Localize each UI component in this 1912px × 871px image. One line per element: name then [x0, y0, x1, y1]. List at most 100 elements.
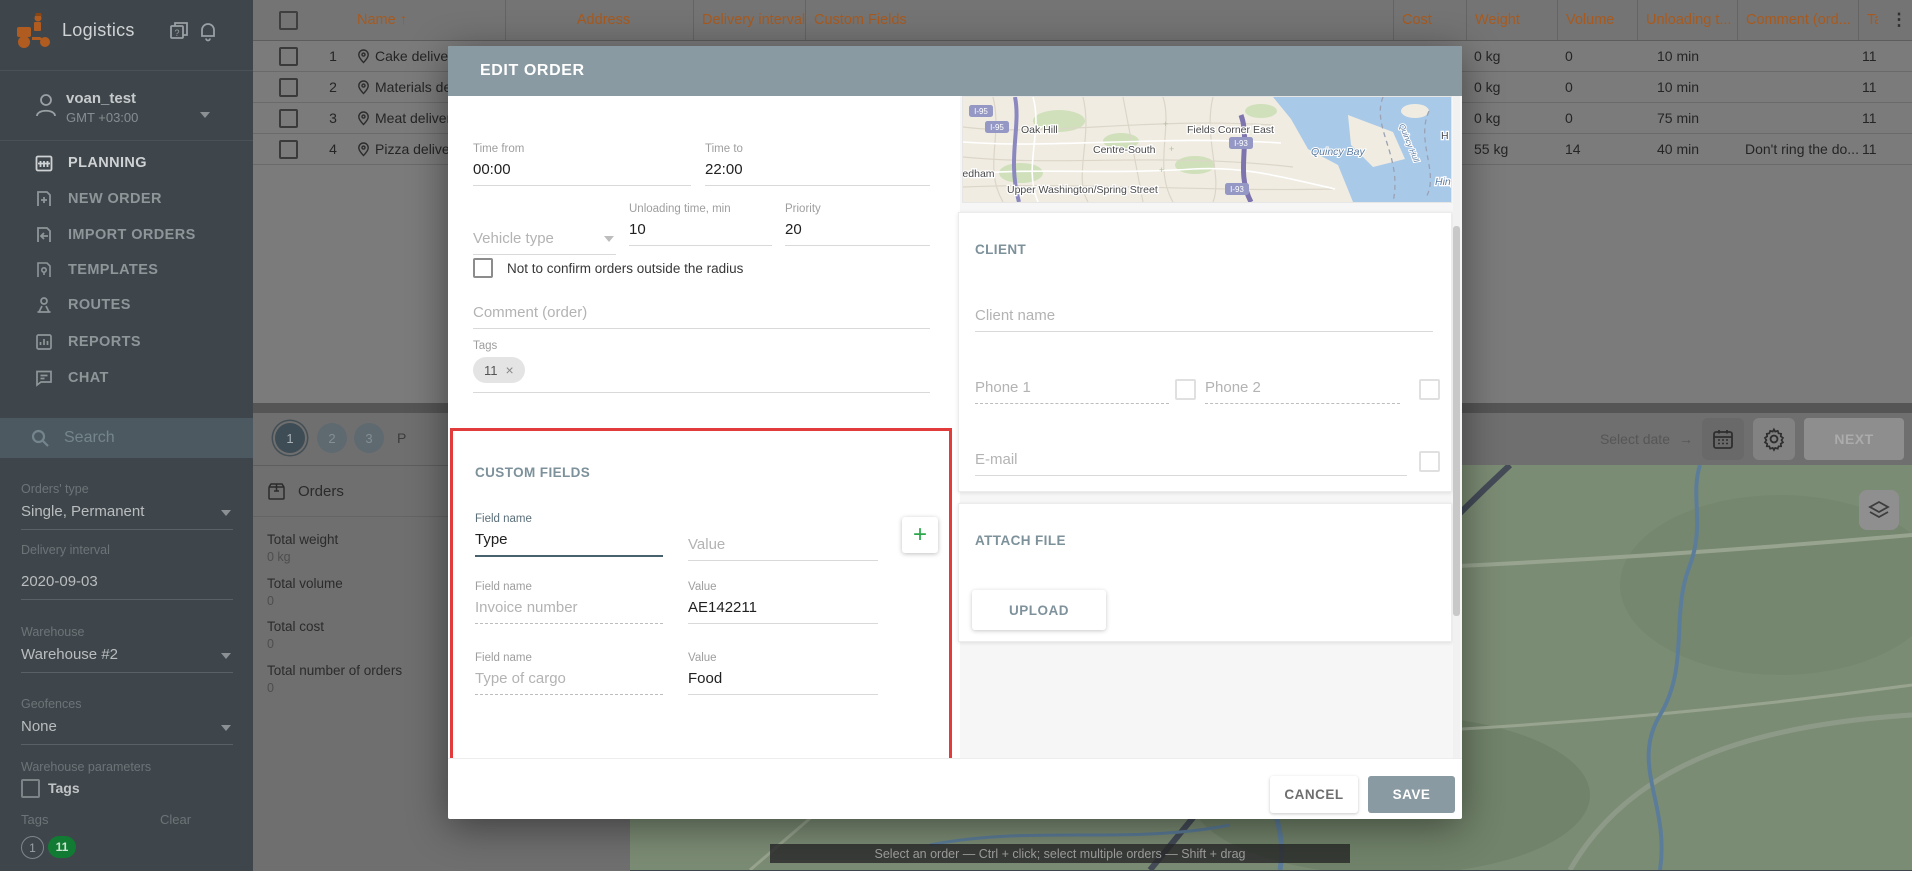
page-button-1[interactable]: 1: [275, 423, 305, 453]
warehouse-select[interactable]: Warehouse Warehouse #2: [21, 625, 233, 673]
email-field[interactable]: E-mail: [975, 445, 1407, 476]
radius-checkbox-row[interactable]: Not to confirm orders outside the radius: [473, 258, 743, 278]
location-pin-icon: [357, 142, 370, 157]
column-tags[interactable]: Tags: [1858, 0, 1878, 40]
arrow-right-icon: →: [1679, 431, 1693, 447]
modal-title: EDIT ORDER: [480, 62, 585, 80]
warehouse-parameters-label: Warehouse parameters: [21, 760, 151, 774]
row-checkbox[interactable]: [279, 47, 298, 66]
sidebar-item-templates[interactable]: TEMPLATES: [0, 253, 253, 287]
custom-field-value-input[interactable]: Value Food: [688, 652, 878, 695]
client-name-field[interactable]: Client name: [975, 301, 1433, 332]
bar-chart-icon: [34, 332, 54, 352]
section-heading: CUSTOM FIELDS: [475, 464, 590, 482]
map-label: Oak Hill: [1021, 124, 1058, 136]
tags-cell: 11: [1858, 48, 1878, 64]
cancel-button[interactable]: CANCEL: [1270, 776, 1358, 813]
phone1-checkbox[interactable]: [1175, 379, 1196, 400]
next-button[interactable]: NEXT: [1804, 418, 1904, 460]
scrollbar-thumb[interactable]: [1453, 226, 1460, 616]
page-button-3[interactable]: 3: [354, 423, 384, 453]
column-unloading-time[interactable]: Unloading t...: [1637, 0, 1737, 40]
time-from-field[interactable]: Time from 00:00: [473, 143, 691, 186]
field-value: None: [21, 718, 57, 735]
divider: [0, 140, 253, 141]
custom-field-value-input[interactable]: Value AE142211: [688, 581, 878, 624]
column-delivery-interval[interactable]: Delivery interval: [693, 0, 805, 40]
column-name[interactable]: Name ↑: [349, 0, 505, 40]
email-checkbox[interactable]: [1419, 451, 1440, 472]
column-volume[interactable]: Volume: [1557, 0, 1637, 40]
phone1-field[interactable]: Phone 1: [975, 373, 1169, 404]
sidebar-item-planning[interactable]: PLANNING: [0, 146, 253, 180]
modal-scrollbar[interactable]: [1453, 96, 1460, 758]
sidebar-item-chat[interactable]: CHAT: [0, 361, 253, 395]
add-custom-field-button[interactable]: +: [902, 517, 938, 553]
weight-cell: 0 kg: [1466, 110, 1557, 126]
custom-field-name-input[interactable]: Field name Invoice number: [475, 581, 663, 624]
time-to-field[interactable]: Time to 22:00: [705, 143, 930, 186]
sidebar-item-label: REPORTS: [68, 334, 141, 350]
sidebar-item-new-order[interactable]: NEW ORDER: [0, 182, 253, 216]
upload-button[interactable]: UPLOAD: [972, 590, 1106, 630]
priority-field[interactable]: Priority 20: [785, 203, 930, 246]
column-cost[interactable]: Cost: [1393, 0, 1466, 40]
chevron-down-icon: [221, 725, 231, 731]
sidebar-item-import-orders[interactable]: IMPORT ORDERS: [0, 218, 253, 252]
custom-field-name-input[interactable]: Field name Type of cargo: [475, 652, 663, 695]
unloading-time-field[interactable]: Unloading time, min 10: [629, 203, 772, 246]
tags-clear-button[interactable]: Clear: [160, 812, 191, 827]
road-shield: I-95: [974, 107, 988, 116]
comment-field[interactable]: Comment (order): [473, 298, 930, 329]
map-label: Centre-South: [1093, 144, 1156, 156]
custom-field-value-input[interactable]: Value: [688, 530, 878, 561]
delivery-interval-field[interactable]: Delivery interval 2020-09-03: [21, 543, 233, 600]
search-input[interactable]: Search: [0, 418, 253, 458]
row-checkbox[interactable]: [279, 140, 298, 159]
field-value: 2020-09-03: [21, 573, 98, 590]
tag-chip[interactable]: 11: [48, 836, 76, 858]
sidebar-item-reports[interactable]: REPORTS: [0, 325, 253, 359]
tags-checkbox[interactable]: [21, 779, 40, 798]
phone2-checkbox[interactable]: [1419, 379, 1440, 400]
geofences-select[interactable]: Geofences None: [21, 697, 233, 745]
file-plus-icon: [34, 189, 54, 209]
location-pin-icon: [357, 111, 370, 126]
tags-field[interactable]: Tags 11 ×: [473, 340, 930, 393]
location-pin-icon: [357, 49, 370, 64]
orders-type-select[interactable]: Orders' type Single, Permanent: [21, 482, 233, 530]
chevron-down-icon: [604, 236, 614, 242]
map-label: Hingh: [1435, 176, 1452, 188]
sidebar-item-routes[interactable]: ROUTES: [0, 288, 253, 322]
column-address[interactable]: Address: [505, 0, 693, 40]
column-custom-fields[interactable]: Custom Fields: [805, 0, 1393, 40]
road-shield: I-93: [1234, 139, 1248, 148]
user-avatar-icon: [34, 92, 58, 118]
table-menu-icon[interactable]: ⋮: [1878, 0, 1912, 40]
field-label: Delivery interval: [21, 543, 233, 557]
remove-tag-icon[interactable]: ×: [506, 362, 514, 378]
modal-footer: CANCEL SAVE: [448, 758, 1462, 819]
field-label: Orders' type: [21, 482, 233, 496]
orders-box-icon: [267, 482, 286, 501]
vehicle-type-select[interactable]: Vehicle type: [473, 224, 616, 255]
phone2-field[interactable]: Phone 2: [1205, 373, 1400, 404]
help-icon[interactable]: ?: [168, 20, 190, 42]
username: voan_test: [66, 90, 136, 107]
notifications-bell-icon[interactable]: [198, 20, 218, 42]
calendar-button[interactable]: [1702, 418, 1744, 460]
radius-checkbox[interactable]: [473, 258, 493, 278]
settings-button[interactable]: [1753, 418, 1795, 460]
row-checkbox[interactable]: [279, 78, 298, 97]
page-button-2[interactable]: 2: [317, 423, 347, 453]
custom-field-name-input[interactable]: Field name Type: [475, 513, 663, 557]
order-location-map[interactable]: I-95 I-95 I-93 I-93 Oak Hill Centre-Sout…: [962, 96, 1452, 203]
column-comment[interactable]: Comment (ord...: [1737, 0, 1858, 40]
map-layers-button[interactable]: [1859, 490, 1899, 530]
save-button[interactable]: SAVE: [1368, 776, 1455, 813]
select-all-checkbox[interactable]: [279, 11, 298, 30]
row-checkbox[interactable]: [279, 109, 298, 128]
user-menu-chevron-down-icon[interactable]: [200, 112, 210, 118]
tag-chip[interactable]: 11 ×: [473, 357, 525, 383]
column-weight[interactable]: Weight: [1466, 0, 1557, 40]
